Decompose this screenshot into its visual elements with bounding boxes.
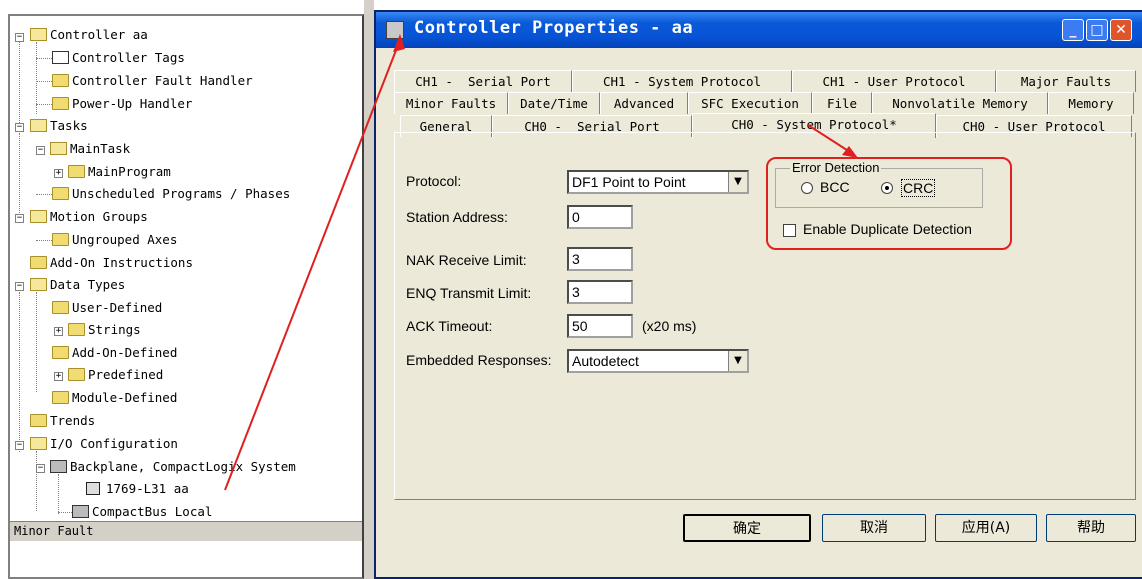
chevron-down-icon[interactable]: ▼ [728,172,747,192]
tab-date-time[interactable]: Date/Time [508,92,600,114]
backplane-icon [50,460,67,473]
ack-timeout-input[interactable]: 50 [567,314,633,338]
tab-panel [394,132,1136,500]
ok-button[interactable]: 确定 [683,514,811,542]
enq-transmit-limit-label: ENQ Transmit Limit: [406,285,532,301]
title-bar[interactable]: Controller Properties - aa _ □ ✕ [376,12,1142,48]
help-button[interactable]: 帮助 [1046,514,1136,542]
collapse-icon[interactable]: − [36,464,45,473]
protocol-select[interactable]: DF1 Point to Point ▼ [567,170,749,194]
tab-ch1-serial-port[interactable]: CH1 - Serial Port [394,70,572,92]
embedded-responses-label: Embedded Responses: [406,352,552,368]
tree-item-backplane[interactable]: Backplane, CompactLogix System [70,456,296,478]
controller-module-icon [86,482,100,495]
tab-minor-faults[interactable]: Minor Faults [394,92,508,114]
datatype-folder-icon [68,368,85,381]
nak-receive-limit-label: NAK Receive Limit: [406,252,527,268]
folder-open-icon [30,437,47,450]
datatype-folder-icon [68,323,85,336]
collapse-icon[interactable]: − [15,33,24,42]
tree-item-tasks[interactable]: Tasks [50,115,88,137]
folder-open-icon [30,278,47,291]
tab-sfc-execution[interactable]: SFC Execution [688,92,812,114]
protocol-label: Protocol: [406,173,462,189]
collapse-icon[interactable]: − [15,214,24,223]
tree-item-strings[interactable]: Strings [88,319,141,341]
bus-icon [72,505,89,518]
chevron-down-icon[interactable]: ▼ [728,351,747,371]
tab-memory[interactable]: Memory [1048,92,1134,114]
expand-icon[interactable]: + [54,169,63,178]
tree-item-1769-l31[interactable]: 1769-L31 aa [106,478,189,500]
tree-item-controller-tags[interactable]: Controller Tags [72,47,185,69]
collapse-icon[interactable]: − [15,282,24,291]
folder-icon [52,233,69,246]
tree-item-controller[interactable]: Controller aa [50,24,148,46]
tree-item-user-defined[interactable]: User-Defined [72,297,162,319]
datatype-folder-icon [52,346,69,359]
folder-icon [52,74,69,87]
tree-item-data-types[interactable]: Data Types [50,274,125,296]
project-tree: − Controller aa Controller Tags Controll… [8,14,364,579]
datatype-folder-icon [52,301,69,314]
embedded-responses-select[interactable]: Autodetect ▼ [567,349,749,373]
folder-open-icon [30,28,47,41]
tree-item-mainprogram[interactable]: MainProgram [88,161,171,183]
tree-item-fault-handler[interactable]: Controller Fault Handler [72,70,253,92]
minimize-icon[interactable]: _ [1062,19,1084,41]
tab-advanced[interactable]: Advanced [600,92,688,114]
tree-item-compactbus-local[interactable]: CompactBus Local [92,501,212,523]
protocol-value: DF1 Point to Point [572,174,686,190]
dialog-title: Controller Properties - aa [414,18,694,38]
collapse-icon[interactable]: − [15,123,24,132]
tree-item-powerup-handler[interactable]: Power-Up Handler [72,93,192,115]
datatype-folder-icon [52,391,69,404]
task-icon [50,142,67,155]
tree-item-addon-defined[interactable]: Add-On-Defined [72,342,177,364]
tree-item-module-defined[interactable]: Module-Defined [72,387,177,409]
tags-icon [52,51,69,64]
cancel-button[interactable]: 取消 [822,514,926,542]
expand-icon[interactable]: + [54,372,63,381]
ack-timeout-label: ACK Timeout: [406,318,493,334]
station-address-label: Station Address: [406,209,508,225]
tree-item-addon-instructions[interactable]: Add-On Instructions [50,252,193,274]
folder-icon [30,256,47,269]
annotation-highlight [766,157,1012,250]
apply-button[interactable]: 应用(A) [935,514,1037,542]
program-icon [68,165,85,178]
station-address-input[interactable]: 0 [567,205,633,229]
folder-open-icon [30,210,47,223]
tab-nonvolatile-memory[interactable]: Nonvolatile Memory [872,92,1048,114]
folder-icon [30,414,47,427]
tree-item-maintask[interactable]: MainTask [70,138,130,160]
tree-item-motion-groups[interactable]: Motion Groups [50,206,148,228]
tree-item-trends[interactable]: Trends [50,410,95,432]
enq-transmit-limit-input[interactable]: 3 [567,280,633,304]
embedded-responses-value: Autodetect [572,353,639,369]
tree-item-ungrouped-axes[interactable]: Ungrouped Axes [72,229,177,251]
maximize-icon[interactable]: □ [1086,19,1108,41]
expand-icon[interactable]: + [54,327,63,336]
tree-item-io-configuration[interactable]: I/O Configuration [50,433,178,455]
status-bar: Minor Fault [10,521,362,541]
folder-icon [52,97,69,110]
app-icon [386,21,404,39]
nak-receive-limit-input[interactable]: 3 [567,247,633,271]
splitter[interactable] [364,0,374,579]
folder-icon [52,187,69,200]
tree-item-predefined[interactable]: Predefined [88,364,163,386]
tab-file[interactable]: File [812,92,872,114]
tab-major-faults[interactable]: Major Faults [996,70,1136,92]
ack-timeout-unit: (x20 ms) [642,318,697,334]
collapse-icon[interactable]: − [36,146,45,155]
tab-ch1-user-protocol[interactable]: CH1 - User Protocol [792,70,996,92]
tab-ch1-system-protocol[interactable]: CH1 - System Protocol [572,70,792,92]
collapse-icon[interactable]: − [15,441,24,450]
folder-open-icon [30,119,47,132]
close-icon[interactable]: ✕ [1110,19,1132,41]
tree-item-unscheduled[interactable]: Unscheduled Programs / Phases [72,183,290,205]
